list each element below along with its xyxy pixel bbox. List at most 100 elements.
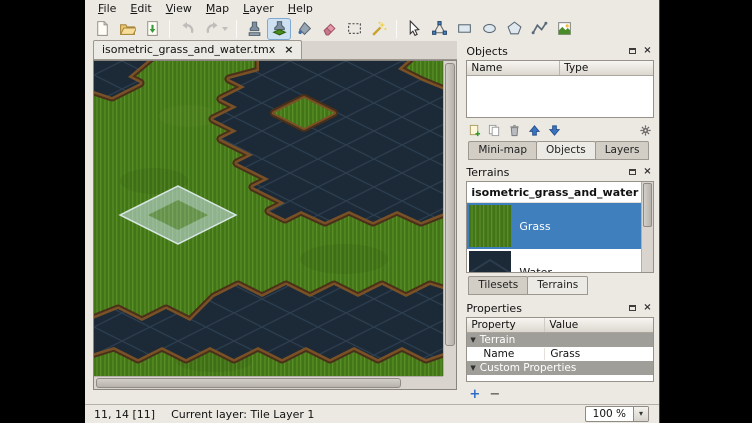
property-row-name[interactable]: Name Grass — [467, 347, 653, 361]
insert-ellipse-button[interactable] — [477, 18, 501, 40]
objects-list[interactable] — [467, 76, 653, 117]
main-area: isometric_grass_and_water.tmx × — [85, 41, 659, 404]
menu-layer[interactable]: Layer — [236, 1, 281, 16]
close-panel-icon: × — [643, 167, 651, 177]
tab-terrains[interactable]: Terrains — [527, 276, 588, 295]
dock-tab-bar-top: Mini-map Objects Layers — [466, 142, 654, 160]
redo-button[interactable] — [200, 18, 231, 40]
raise-object-button[interactable] — [526, 122, 543, 138]
menu-edit[interactable]: Edit — [123, 1, 158, 16]
close-panel-button[interactable]: × — [641, 166, 654, 178]
add-object-button[interactable] — [466, 122, 483, 138]
lower-object-icon — [548, 124, 561, 137]
terrain-row-water[interactable]: Water — [467, 249, 653, 273]
close-panel-button[interactable]: × — [641, 45, 654, 57]
new-map-button[interactable] — [90, 18, 114, 40]
zoom-dropdown-button[interactable]: ▾ — [633, 407, 648, 421]
bucket-fill-button[interactable] — [292, 18, 316, 40]
float-panel-button[interactable] — [626, 302, 639, 314]
float-panel-button[interactable] — [626, 45, 639, 57]
insert-polyline-button[interactable] — [527, 18, 551, 40]
toolbar-separator — [236, 20, 237, 38]
status-bar: 11, 14 [11] Current layer: Tile Layer 1 … — [85, 404, 659, 423]
terrain-brush-button[interactable] — [267, 18, 291, 40]
property-column-header[interactable]: Property — [467, 318, 545, 332]
objects-column-name[interactable]: Name — [467, 61, 560, 75]
lower-object-button[interactable] — [546, 122, 563, 138]
screen: File Edit View Map Layer Help — [0, 0, 752, 423]
insert-polyline-icon — [531, 20, 548, 37]
property-value-cell[interactable]: Grass — [545, 348, 653, 360]
menu-file[interactable]: File — [91, 1, 123, 16]
insert-ellipse-icon — [481, 20, 498, 37]
object-properties-button[interactable] — [637, 122, 654, 138]
objects-panel-title: Objects — [466, 45, 624, 58]
tile-position-status: 11, 14 [11] — [94, 408, 155, 421]
menu-help[interactable]: Help — [281, 1, 320, 16]
toolbar-separator — [169, 20, 170, 38]
stamp-brush-button[interactable] — [242, 18, 266, 40]
terrains-scrollbar[interactable] — [641, 182, 653, 272]
map-view — [93, 60, 457, 390]
insert-polygon-button[interactable] — [502, 18, 526, 40]
select-objects-button[interactable] — [402, 18, 426, 40]
map-horizontal-scrollbar[interactable] — [94, 376, 443, 389]
save-icon — [144, 20, 161, 37]
menu-view[interactable]: View — [159, 1, 199, 16]
terrain-row-grass[interactable]: Grass — [467, 203, 653, 249]
open-button[interactable] — [115, 18, 139, 40]
tab-layers[interactable]: Layers — [595, 141, 650, 160]
tab-close-icon[interactable]: × — [284, 44, 293, 55]
save-button[interactable] — [140, 18, 164, 40]
insert-rectangle-button[interactable] — [452, 18, 476, 40]
water-terrain-thumbnail — [469, 251, 511, 273]
insert-rectangle-icon — [456, 20, 473, 37]
duplicate-object-icon — [488, 124, 501, 137]
map-vertical-scrollbar[interactable] — [443, 61, 456, 376]
terrains-scroll-thumb[interactable] — [643, 183, 652, 227]
property-group-label: Custom Properties — [480, 362, 577, 374]
terrain-label: Water — [519, 266, 552, 274]
property-group-custom[interactable]: ▼ Custom Properties — [467, 361, 653, 375]
value-column-header[interactable]: Value — [545, 318, 582, 332]
rectangular-select-button[interactable] — [342, 18, 366, 40]
bucket-fill-icon — [296, 20, 313, 37]
undo-button[interactable] — [175, 18, 199, 40]
rectangular-select-icon — [346, 20, 363, 37]
insert-tile-icon — [556, 20, 573, 37]
float-panel-button[interactable] — [626, 166, 639, 178]
remove-property-button[interactable]: − — [486, 387, 503, 401]
tab-tilesets[interactable]: Tilesets — [468, 276, 528, 295]
objects-table: Name Type — [466, 60, 654, 118]
duplicate-object-button[interactable] — [486, 122, 503, 138]
map-canvas[interactable] — [94, 61, 443, 376]
vertical-scroll-thumb[interactable] — [445, 63, 455, 346]
map-editor-pane: isometric_grass_and_water.tmx × — [85, 41, 461, 404]
remove-object-button[interactable] — [506, 122, 523, 138]
collapse-arrow-icon: ▼ — [470, 364, 475, 372]
tab-mini-map[interactable]: Mini-map — [468, 141, 537, 160]
magic-wand-button[interactable] — [367, 18, 391, 40]
document-tab[interactable]: isometric_grass_and_water.tmx × — [93, 40, 302, 59]
zoom-combobox[interactable]: 100 % ▾ — [585, 406, 649, 422]
horizontal-scroll-thumb[interactable] — [96, 378, 401, 388]
insert-tile-button[interactable] — [552, 18, 576, 40]
tiled-window: File Edit View Map Layer Help — [85, 0, 660, 423]
edit-polygons-button[interactable] — [427, 18, 451, 40]
document-tab-label: isometric_grass_and_water.tmx — [102, 43, 275, 56]
objects-column-type[interactable]: Type — [560, 61, 592, 75]
open-icon — [119, 20, 136, 37]
property-group-terrain[interactable]: ▼ Terrain — [467, 333, 653, 347]
scrollbar-corner — [443, 376, 456, 389]
eraser-button[interactable] — [317, 18, 341, 40]
terrains-list: isometric_grass_and_water Grass Water — [466, 181, 654, 273]
close-panel-button[interactable]: × — [641, 302, 654, 314]
menu-map[interactable]: Map — [199, 1, 236, 16]
add-property-button[interactable]: + — [466, 387, 483, 401]
property-group-label: Terrain — [480, 334, 516, 346]
tab-objects[interactable]: Objects — [536, 141, 596, 160]
properties-table-header: Property Value — [467, 318, 653, 333]
select-objects-icon — [406, 20, 423, 37]
menu-bar: File Edit View Map Layer Help — [85, 0, 659, 16]
zoom-value[interactable]: 100 % — [586, 407, 633, 421]
